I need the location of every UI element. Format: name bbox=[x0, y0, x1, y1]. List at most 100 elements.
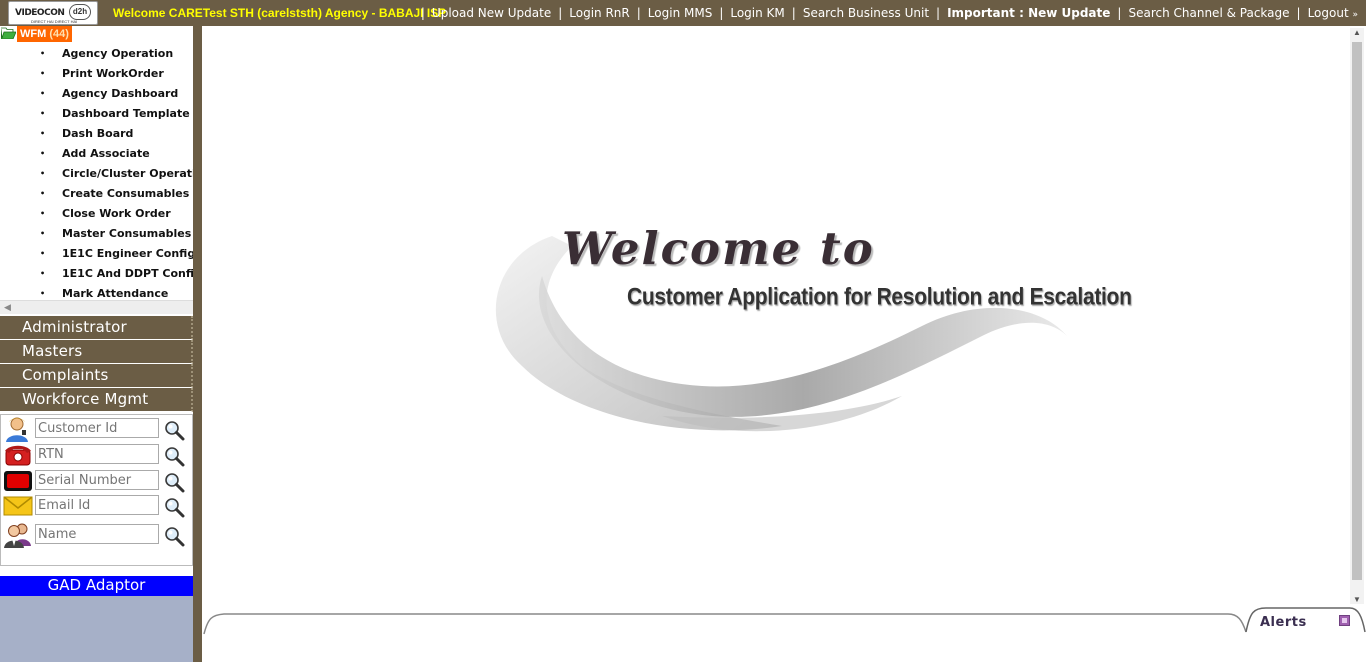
bullet-icon: • bbox=[40, 229, 46, 238]
quick-search-panel bbox=[0, 414, 193, 566]
wfm-menu-item[interactable]: • 1E1C And DDPT Configu bbox=[0, 264, 193, 284]
wfm-menu-item-label[interactable]: Agency Operation bbox=[62, 44, 173, 64]
scrollbar-thumb[interactable] bbox=[1352, 42, 1362, 580]
bullet-icon: • bbox=[40, 109, 46, 118]
menu-section-masters[interactable]: Masters bbox=[0, 340, 193, 364]
top-navigation: | Upload New Update | Login RnR | Login MMS | L… bbox=[414, 6, 1366, 20]
videocon-d2h-logo[interactable]: VIDEOCON d2h DIRECT HAI DIRECT HAI bbox=[8, 1, 98, 25]
nav-important-new-update[interactable]: Important : New Update bbox=[947, 6, 1110, 20]
scroll-down-icon[interactable]: ▼ bbox=[1353, 595, 1361, 604]
welcome-message: Welcome CARETest STH (carelststh) Agency… bbox=[113, 6, 447, 20]
wfm-menu-item[interactable]: • Circle/Cluster Operation bbox=[0, 164, 193, 184]
magnifier-icon[interactable] bbox=[163, 471, 185, 493]
wfm-menu-item-label[interactable]: Close Work Order bbox=[62, 204, 171, 224]
nav-separator: | bbox=[420, 6, 425, 20]
nav-separator: | bbox=[1296, 6, 1301, 20]
nav-separator: | bbox=[1117, 6, 1122, 20]
wfm-menu-item[interactable]: • Mark Attendance bbox=[0, 284, 193, 300]
magnifier-icon[interactable] bbox=[163, 445, 185, 467]
wfm-menu-item[interactable]: • Close Work Order bbox=[0, 204, 193, 224]
nav-login-km[interactable]: Login KM bbox=[730, 6, 784, 20]
wfm-menu-item-label[interactable]: Dashboard Template bbox=[62, 104, 190, 124]
wfm-menu-item[interactable]: • Print WorkOrder bbox=[0, 64, 193, 84]
scroll-left-icon[interactable]: ◀ bbox=[4, 302, 11, 313]
wfm-menu-item-label[interactable]: Add Associate bbox=[62, 144, 150, 164]
wfm-label: WFM bbox=[20, 28, 47, 40]
wfm-menu-item[interactable]: • Dashboard Template bbox=[0, 104, 193, 124]
horizontal-scrollbar[interactable]: ◀ bbox=[0, 300, 193, 314]
wfm-tree-header[interactable]: WFM (44) bbox=[0, 26, 193, 42]
bullet-icon: • bbox=[40, 249, 46, 258]
wfm-menu-item-label[interactable]: Master Consumables bbox=[62, 224, 191, 244]
bullet-icon: • bbox=[40, 149, 46, 158]
bullet-icon: • bbox=[40, 69, 46, 78]
search-row bbox=[1, 416, 194, 442]
wfm-menu-item-label[interactable]: Agency Dashboard bbox=[62, 84, 178, 104]
magnifier-icon[interactable] bbox=[163, 496, 185, 518]
wfm-menu-item-label[interactable]: Print WorkOrder bbox=[62, 64, 164, 84]
bullet-icon: • bbox=[40, 49, 46, 58]
bullet-icon: • bbox=[40, 89, 46, 98]
nav-login-mms[interactable]: Login MMS bbox=[648, 6, 713, 20]
bullet-icon: • bbox=[40, 269, 46, 278]
alerts-label[interactable]: Alerts bbox=[1260, 615, 1307, 630]
nav-separator: | bbox=[791, 6, 796, 20]
wfm-menu-item-label[interactable]: 1E1C And DDPT Configu bbox=[62, 264, 193, 284]
menu-sections: Administrator Masters Complaints Workforce … bbox=[0, 316, 193, 412]
nav-separator: | bbox=[719, 6, 724, 20]
wfm-menu-item[interactable]: • Agency Operation bbox=[0, 44, 193, 64]
tv-icon bbox=[3, 468, 33, 494]
nav-separator: | bbox=[636, 6, 641, 20]
nav-logout[interactable]: Logout bbox=[1308, 6, 1349, 20]
nav-search-channel-package[interactable]: Search Channel & Package bbox=[1128, 6, 1289, 20]
menu-section-workforce-mgmt[interactable]: Workforce Mgmt bbox=[0, 388, 193, 412]
search-name-input[interactable] bbox=[35, 524, 159, 544]
search-row bbox=[1, 493, 194, 519]
bottom-panel: Alerts bbox=[202, 606, 1366, 662]
search-row bbox=[1, 442, 194, 468]
nav-search-business-unit[interactable]: Search Business Unit bbox=[803, 6, 929, 20]
vertical-scrollbar[interactable]: ▲ ▼ bbox=[1350, 28, 1364, 604]
nav-login-rnr[interactable]: Login RnR bbox=[569, 6, 629, 20]
wfm-menu-item-label[interactable]: Dash Board bbox=[62, 124, 133, 144]
search-serial-number-input[interactable] bbox=[35, 470, 159, 490]
search-row bbox=[1, 522, 194, 548]
wfm-menu-item-label[interactable]: 1E1C Engineer Configura bbox=[62, 244, 193, 264]
logout-caret-icon: » bbox=[1352, 10, 1358, 20]
wfm-menu-item-label[interactable]: Create Consumables bbox=[62, 184, 189, 204]
logo-tagline: DIRECT HAI DIRECT HAI bbox=[31, 19, 78, 24]
bullet-icon: • bbox=[40, 289, 46, 298]
wfm-menu-item-label[interactable]: Circle/Cluster Operation bbox=[62, 164, 193, 184]
wfm-menu-item[interactable]: • Add Associate bbox=[0, 144, 193, 164]
search-customer-id-input[interactable] bbox=[35, 418, 159, 438]
users-icon bbox=[3, 522, 33, 548]
search-email-id-input[interactable] bbox=[35, 495, 159, 515]
nav-upload-new-update[interactable]: Upload New Update bbox=[432, 6, 551, 20]
bullet-icon: • bbox=[40, 169, 46, 178]
menu-section-complaints[interactable]: Complaints bbox=[0, 364, 193, 388]
wfm-menu-item[interactable]: • Master Consumables bbox=[0, 224, 193, 244]
scroll-up-icon[interactable]: ▲ bbox=[1353, 28, 1361, 37]
nav-separator: | bbox=[558, 6, 563, 20]
search-row bbox=[1, 468, 194, 494]
wfm-badge[interactable]: WFM (44) bbox=[17, 26, 72, 42]
wfm-menu-list: • Agency Operation • Print WorkOrder • Agency… bbox=[0, 44, 193, 300]
wfm-menu-item[interactable]: • Create Consumables bbox=[0, 184, 193, 204]
welcome-subtitle: Customer Application for Resolution and … bbox=[627, 284, 1132, 311]
magnifier-icon[interactable] bbox=[163, 525, 185, 547]
magnifier-icon[interactable] bbox=[163, 419, 185, 441]
wfm-menu-item-label[interactable]: Mark Attendance bbox=[62, 284, 168, 300]
sidebar-footer bbox=[0, 596, 193, 662]
wfm-menu-item[interactable]: • Agency Dashboard bbox=[0, 84, 193, 104]
top-bar: VIDEOCON d2h DIRECT HAI DIRECT HAI Welco… bbox=[0, 0, 1366, 26]
search-rtn-input[interactable] bbox=[35, 444, 159, 464]
wfm-count: (44) bbox=[49, 28, 69, 40]
gad-adaptor-link[interactable]: GAD Adaptor bbox=[0, 576, 193, 596]
wfm-menu-item[interactable]: • Dash Board bbox=[0, 124, 193, 144]
envelope-icon bbox=[3, 493, 33, 519]
welcome-title: Welcome to bbox=[562, 222, 875, 275]
wfm-menu-item[interactable]: • 1E1C Engineer Configura bbox=[0, 244, 193, 264]
sidebar-splitter[interactable] bbox=[193, 26, 202, 662]
menu-section-administrator[interactable]: Administrator bbox=[0, 316, 193, 340]
alerts-window-icon[interactable] bbox=[1339, 615, 1350, 626]
